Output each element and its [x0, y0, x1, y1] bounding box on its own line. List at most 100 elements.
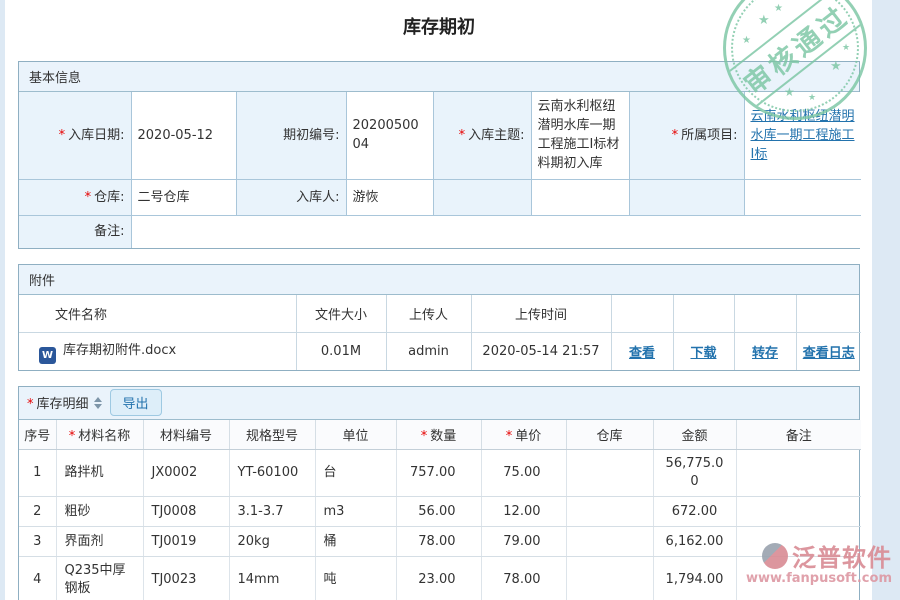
cell-no: 4 [19, 557, 56, 600]
cell-material-name: Q235中厚钢板 [56, 557, 143, 600]
warehouse-value: 二号仓库 [131, 179, 236, 215]
sort-icon[interactable] [94, 397, 102, 409]
attachments-header-row: 文件名称 文件大小 上传人 上传时间 [19, 295, 861, 332]
action-header-empty [611, 295, 673, 332]
cell-no: 3 [19, 527, 56, 557]
operator-label: 入库人: [236, 179, 346, 215]
word-file-icon: W [39, 347, 56, 364]
cell-qty: 78.00 [396, 527, 481, 557]
col-header-material-code: 材料编号 [143, 420, 229, 450]
basic-info-row-1: *入库日期: 2020-05-12 期初编号: 2020050004 *入库主题… [19, 92, 861, 179]
file-name-header: 文件名称 [19, 295, 296, 332]
col-header-qty: *数量 [396, 420, 481, 450]
right-margin-strip [872, 0, 900, 600]
col-header-price: *单价 [481, 420, 566, 450]
attachments-section-title: 附件 [19, 265, 859, 295]
uploader-header: 上传人 [386, 295, 471, 332]
basic-info-row-2: *仓库: 二号仓库 入库人: 游恢 [19, 179, 861, 215]
col-header-remark: 备注 [736, 420, 861, 450]
required-mark: * [85, 190, 92, 205]
opening-code-label: 期初编号: [236, 92, 346, 179]
col-header-unit: 单位 [315, 420, 396, 450]
empty-value-cell [744, 179, 861, 215]
remark-value [131, 215, 861, 248]
required-mark: * [59, 128, 66, 143]
operator-value: 游恢 [346, 179, 433, 215]
cell-unit: m3 [315, 497, 396, 527]
cell-material-code: TJ0008 [143, 497, 229, 527]
cell-price: 12.00 [481, 497, 566, 527]
table-row: 4 Q235中厚钢板 TJ0023 14mm 吨 23.00 78.00 1,7… [19, 557, 861, 600]
view-log-link[interactable]: 查看日志 [803, 346, 855, 361]
cell-amount: 6,162.00 [653, 527, 736, 557]
attachment-file-cell: W库存期初附件.docx [19, 332, 296, 370]
details-section-title: *库存明细 [27, 393, 89, 412]
export-button[interactable]: 导出 [110, 389, 162, 416]
action-header-empty [796, 295, 861, 332]
left-margin-strip [0, 0, 5, 600]
table-row: 2 粗砂 TJ0008 3.1-3.7 m3 56.00 12.00 672.0… [19, 497, 861, 527]
cell-price: 78.00 [481, 557, 566, 600]
basic-info-table: *入库日期: 2020-05-12 期初编号: 2020050004 *入库主题… [19, 92, 861, 248]
cell-no: 2 [19, 497, 56, 527]
attachment-upload-time: 2020-05-14 21:57 [471, 332, 611, 370]
content-area: 库存期初 基本信息 *入库日期: 2020-05-12 期初编号: 202005… [18, 0, 860, 600]
cell-material-name: 粗砂 [56, 497, 143, 527]
attachments-section: 附件 文件名称 文件大小 上传人 上传时间 [18, 264, 860, 371]
cell-unit: 台 [315, 450, 396, 497]
basic-info-section-title: 基本信息 [19, 62, 859, 92]
cell-price: 79.00 [481, 527, 566, 557]
empty-label-cell [629, 179, 744, 215]
cell-spec: 14mm [229, 557, 315, 600]
cell-spec: 20kg [229, 527, 315, 557]
attachment-row: W库存期初附件.docx 0.01M admin 2020-05-14 21:5… [19, 332, 861, 370]
cell-material-name: 界面剂 [56, 527, 143, 557]
col-header-material-name: *材料名称 [56, 420, 143, 450]
cell-unit: 吨 [315, 557, 396, 600]
basic-info-section: 基本信息 *入库日期: 2020-05-12 期初编号: 2020050004 … [18, 61, 860, 249]
cell-no: 1 [19, 450, 56, 497]
inventory-details-section: *库存明细 导出 序号 *材料名称 材料编号 规格型号 单位 *数量 [18, 386, 860, 600]
download-link[interactable]: 下载 [690, 346, 716, 361]
cell-remark [736, 497, 861, 527]
action-header-empty [673, 295, 734, 332]
inventory-opening-page: 库存期初 基本信息 *入库日期: 2020-05-12 期初编号: 202005… [0, 0, 900, 600]
in-date-value: 2020-05-12 [131, 92, 236, 179]
remark-label: 备注: [19, 215, 131, 248]
cell-qty: 56.00 [396, 497, 481, 527]
required-mark: * [459, 128, 466, 143]
cell-warehouse [566, 450, 653, 497]
cell-unit: 桶 [315, 527, 396, 557]
cell-remark [736, 527, 861, 557]
save-as-link[interactable]: 转存 [752, 346, 778, 361]
col-header-no: 序号 [19, 420, 56, 450]
view-link[interactable]: 查看 [629, 346, 655, 361]
details-toolbar: *库存明细 导出 [19, 387, 859, 420]
table-row: 1 路拌机 JX0002 YT-60100 台 757.00 75.00 56,… [19, 450, 861, 497]
cell-material-code: JX0002 [143, 450, 229, 497]
details-header-row: 序号 *材料名称 材料编号 规格型号 单位 *数量 *单价 仓库 金额 备注 [19, 420, 861, 450]
cell-material-name: 路拌机 [56, 450, 143, 497]
subject-value: 云南水利枢纽潜明水库一期工程施工I标材料期初入库 [531, 92, 629, 179]
required-mark: * [69, 429, 76, 444]
table-row: 3 界面剂 TJ0019 20kg 桶 78.00 79.00 6,162.00 [19, 527, 861, 557]
empty-label-cell [433, 179, 531, 215]
cell-qty: 757.00 [396, 450, 481, 497]
col-header-warehouse: 仓库 [566, 420, 653, 450]
action-header-empty [734, 295, 796, 332]
empty-value-cell [531, 179, 629, 215]
attachment-uploader: admin [386, 332, 471, 370]
subject-label: *入库主题: [433, 92, 531, 179]
project-label: *所属项目: [629, 92, 744, 179]
cell-remark [736, 450, 861, 497]
cell-price: 75.00 [481, 450, 566, 497]
upload-time-header: 上传时间 [471, 295, 611, 332]
cell-warehouse [566, 497, 653, 527]
details-table-body: 1 路拌机 JX0002 YT-60100 台 757.00 75.00 56,… [19, 450, 861, 600]
warehouse-label: *仓库: [19, 179, 131, 215]
required-mark: * [421, 429, 428, 444]
cell-warehouse [566, 557, 653, 600]
attachment-file-size: 0.01M [296, 332, 386, 370]
project-link[interactable]: 云南水利枢纽潜明水库一期工程施工I标 [751, 109, 855, 162]
cell-amount: 672.00 [653, 497, 736, 527]
